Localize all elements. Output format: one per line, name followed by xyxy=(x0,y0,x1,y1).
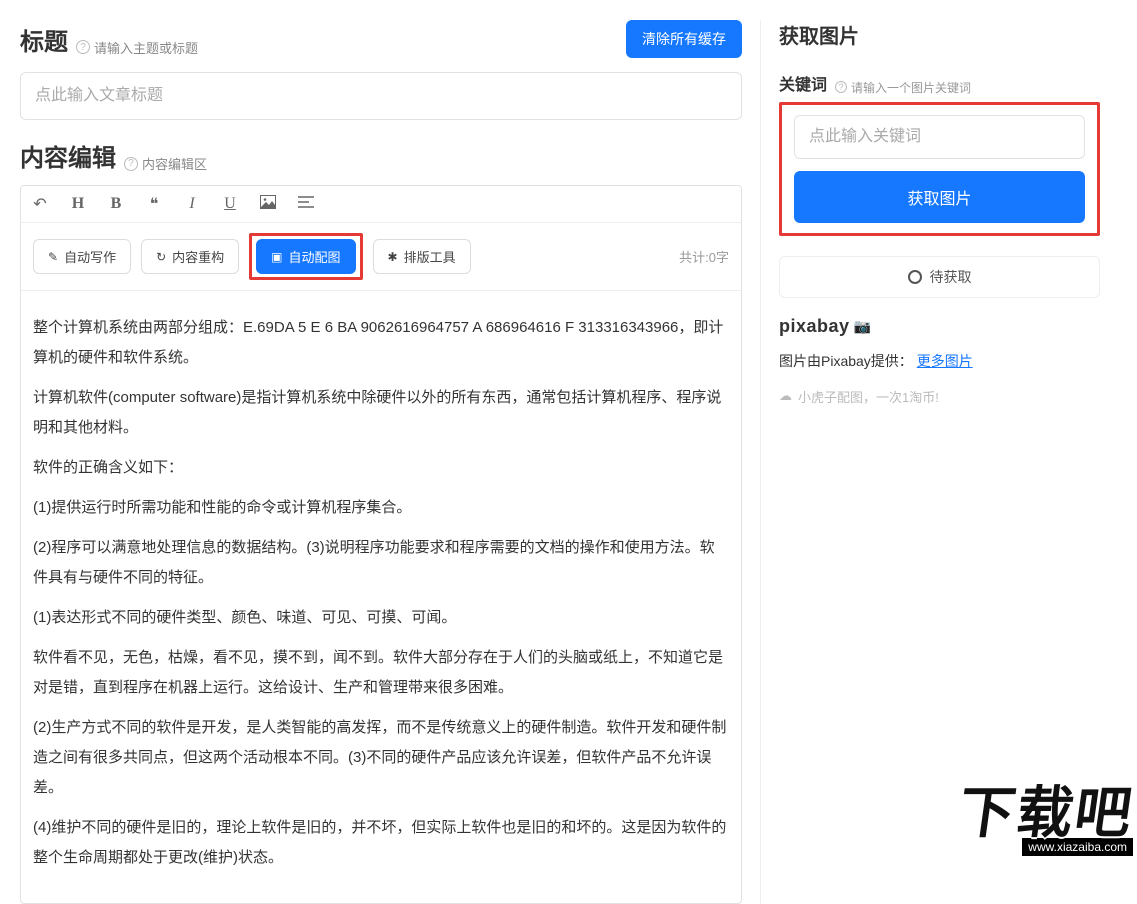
content-hint: 内容编辑区 xyxy=(142,154,207,173)
content-paragraph: (1)提供运行时所需功能和性能的命令或计算机程序集合。 xyxy=(33,493,729,523)
heading-button[interactable]: H xyxy=(69,195,87,213)
layout-tool-button[interactable]: ✱ 排版工具 xyxy=(373,239,471,274)
content-paragraph: (2)程序可以满意地处理信息的数据结构。(3)说明程序功能要求和程序需要的文档的… xyxy=(33,533,729,593)
content-heading: 内容编辑 xyxy=(20,138,116,173)
align-icon[interactable] xyxy=(297,195,315,213)
clear-cache-button[interactable]: 清除所有缓存 xyxy=(626,20,742,58)
format-toolbar: ↶ H B ❝ I U xyxy=(21,186,741,223)
underline-button[interactable]: U xyxy=(221,195,239,213)
auto-write-button[interactable]: ✎ 自动写作 xyxy=(33,239,131,274)
image-icon[interactable] xyxy=(259,195,277,214)
title-heading: 标题 xyxy=(20,22,68,57)
image-icon: ▣ xyxy=(271,250,282,264)
title-hint: 请输入主题或标题 xyxy=(94,38,198,57)
editor: ↶ H B ❝ I U ✎ 自动写作 ↻ xyxy=(20,185,742,904)
italic-button[interactable]: I xyxy=(183,195,201,213)
title-input[interactable] xyxy=(20,72,742,120)
content-paragraph: 整个计算机系统由两部分组成：E.69DA 5 E 6 BA 9062616964… xyxy=(33,313,729,373)
highlighted-keyword-box: 获取图片 xyxy=(779,102,1100,236)
pending-status[interactable]: 待获取 xyxy=(779,256,1100,298)
more-images-link[interactable]: 更多图片 xyxy=(917,353,973,369)
cloud-icon: ☁ xyxy=(779,388,792,404)
footer-note: 小虎子配图，一次1淘币! xyxy=(798,387,939,406)
sidebar-title: 获取图片 xyxy=(779,20,1100,49)
undo-icon[interactable]: ↶ xyxy=(31,194,49,214)
help-icon: ? xyxy=(835,81,847,93)
bold-button[interactable]: B xyxy=(107,195,125,213)
keyword-hint: 请输入一个图片关键词 xyxy=(851,79,971,96)
keyword-input[interactable] xyxy=(794,115,1085,159)
word-count: 共计:0字 xyxy=(679,247,729,266)
watermark: 下载吧 www.xiazaiba.com xyxy=(959,788,1133,856)
content-paragraph: (1)表达形式不同的硬件类型、颜色、味道、可见、可摸、可闻。 xyxy=(33,603,729,633)
action-toolbar: ✎ 自动写作 ↻ 内容重构 ▣ 自动配图 ✱ 排版工具 xyxy=(21,223,741,291)
settings-icon: ✱ xyxy=(388,250,398,264)
pencil-icon: ✎ xyxy=(48,250,58,264)
camera-icon: 📷 xyxy=(854,318,872,335)
fetch-image-button[interactable]: 获取图片 xyxy=(794,171,1085,223)
provider-text: 图片由Pixabay提供： xyxy=(779,353,913,369)
content-paragraph: 软件看不见，无色，枯燥，看不见，摸不到，闻不到。软件大部分存在于人们的头脑或纸上… xyxy=(33,643,729,703)
keyword-label: 关键词 xyxy=(779,71,827,95)
pixabay-logo: pixabay 📷 xyxy=(779,316,871,337)
refresh-icon: ↻ xyxy=(156,250,166,264)
quote-button[interactable]: ❝ xyxy=(145,194,163,214)
restructure-button[interactable]: ↻ 内容重构 xyxy=(141,239,239,274)
content-paragraph: 软件的正确含义如下： xyxy=(33,453,729,483)
sidebar: 获取图片 关键词 ? 请输入一个图片关键词 获取图片 待获取 pixabay 📷… xyxy=(760,20,1100,904)
content-paragraph: (2)生产方式不同的软件是开发，是人类智能的高发挥，而不是传统意义上的硬件制造。… xyxy=(33,713,729,803)
auto-image-button[interactable]: ▣ 自动配图 xyxy=(256,239,355,274)
watermark-logo: 下载吧 xyxy=(955,788,1136,838)
content-paragraph: 计算机软件(computer software)是指计算机系统中除硬件以外的所有… xyxy=(33,383,729,443)
content-body[interactable]: 整个计算机系统由两部分组成：E.69DA 5 E 6 BA 9062616964… xyxy=(21,291,741,903)
content-paragraph: (4)维护不同的硬件是旧的，理论上软件是旧的，并不坏，但实际上软件也是旧的和坏的… xyxy=(33,813,729,873)
highlighted-button-box: ▣ 自动配图 xyxy=(249,233,362,280)
circle-icon xyxy=(908,270,922,284)
main-column: 标题 ? 请输入主题或标题 清除所有缓存 内容编辑 ? 内容编辑区 ↶ H B … xyxy=(20,20,760,904)
help-icon: ? xyxy=(124,157,138,171)
help-icon: ? xyxy=(76,40,90,54)
